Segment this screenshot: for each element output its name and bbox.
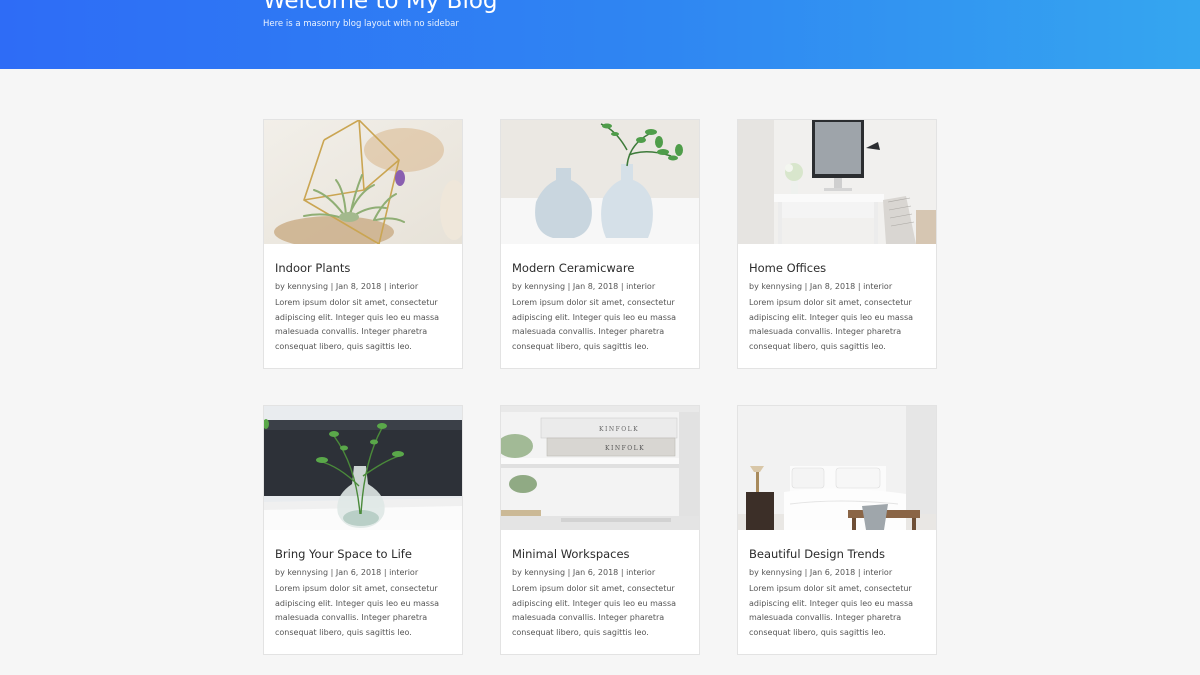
post-thumbnail[interactable]	[264, 406, 462, 530]
books-shelf-image: KINFOLK KINFOLK	[501, 406, 699, 530]
post-thumbnail[interactable]	[264, 120, 462, 244]
post-meta: by kennysing | Jan 8, 2018 | interior	[749, 282, 893, 291]
post-category-link[interactable]: interior	[863, 282, 892, 291]
post-date: Jan 8, 2018	[809, 282, 856, 291]
post-title[interactable]: Home Offices	[749, 261, 925, 275]
post-author-link[interactable]: kennysing	[287, 568, 328, 577]
post-card: Home Offices by kennysing | Jan 8, 2018 …	[737, 119, 937, 369]
page-subtitle: Here is a masonry blog layout with no si…	[263, 19, 459, 29]
post-category-link[interactable]: interior	[389, 568, 418, 577]
post-category-link[interactable]: interior	[626, 282, 655, 291]
meta-separator: |	[330, 282, 334, 291]
page-title: Welcome to My Blog	[263, 0, 498, 14]
post-card: Modern Ceramicware by kennysing | Jan 8,…	[500, 119, 700, 369]
book-spine-label: KINFOLK	[599, 426, 639, 433]
post-title[interactable]: Indoor Plants	[275, 261, 451, 275]
meta-separator: |	[620, 568, 624, 577]
post-thumbnail[interactable]	[738, 406, 936, 530]
meta-separator: |	[567, 282, 571, 291]
meta-separator: |	[804, 568, 808, 577]
post-excerpt: Lorem ipsum dolor sit amet, consectetur …	[275, 298, 440, 351]
post-title[interactable]: Beautiful Design Trends	[749, 547, 925, 561]
meta-separator: |	[330, 568, 334, 577]
post-thumbnail[interactable]	[738, 120, 936, 244]
post-excerpt: Lorem ipsum dolor sit amet, consectetur …	[749, 584, 914, 637]
post-title[interactable]: Minimal Workspaces	[512, 547, 688, 561]
post-date: Jan 6, 2018	[572, 568, 619, 577]
post-meta: by kennysing | Jan 6, 2018 | interior	[275, 568, 419, 577]
post-date: Jan 6, 2018	[809, 568, 856, 577]
meta-separator: |	[567, 568, 571, 577]
meta-separator: |	[857, 568, 861, 577]
post-thumbnail[interactable]: KINFOLK KINFOLK	[501, 406, 699, 530]
book-spine-label: KINFOLK	[605, 445, 645, 452]
page-header: Welcome to My Blog Here is a masonry blo…	[0, 0, 1200, 69]
post-meta: by kennysing | Jan 8, 2018 | interior	[512, 282, 656, 291]
post-excerpt: Lorem ipsum dolor sit amet, consectetur …	[749, 298, 914, 351]
air-plants-terrarium-image	[264, 120, 462, 244]
post-thumbnail[interactable]	[501, 120, 699, 244]
post-card: KINFOLK KINFOLK Minimal Workspaces by ke…	[500, 405, 700, 655]
post-card: Indoor Plants by kennysing | Jan 8, 2018…	[263, 119, 463, 369]
post-date: Jan 8, 2018	[335, 282, 382, 291]
post-author-link[interactable]: kennysing	[524, 568, 565, 577]
post-category-link[interactable]: interior	[389, 282, 418, 291]
post-category-link[interactable]: interior	[626, 568, 655, 577]
post-date: Jan 6, 2018	[335, 568, 382, 577]
ceramic-vases-image	[501, 120, 699, 244]
post-excerpt: Lorem ipsum dolor sit amet, consectetur …	[512, 298, 677, 351]
meta-separator: |	[383, 568, 387, 577]
post-meta: by kennysing | Jan 8, 2018 | interior	[275, 282, 419, 291]
post-author-link[interactable]: kennysing	[761, 568, 802, 577]
white-bedroom-image	[738, 406, 936, 530]
plant-glass-vase-image	[264, 406, 462, 530]
post-card: Beautiful Design Trends by kennysing | J…	[737, 405, 937, 655]
meta-separator: |	[804, 282, 808, 291]
post-author-link[interactable]: kennysing	[761, 282, 802, 291]
post-card: Bring Your Space to Life by kennysing | …	[263, 405, 463, 655]
post-author-link[interactable]: kennysing	[524, 282, 565, 291]
meta-separator: |	[857, 282, 861, 291]
post-excerpt: Lorem ipsum dolor sit amet, consectetur …	[512, 584, 677, 637]
post-meta: by kennysing | Jan 6, 2018 | interior	[512, 568, 656, 577]
home-office-desk-image	[738, 120, 936, 244]
post-excerpt: Lorem ipsum dolor sit amet, consectetur …	[275, 584, 440, 637]
post-date: Jan 8, 2018	[572, 282, 619, 291]
post-category-link[interactable]: interior	[863, 568, 892, 577]
post-title[interactable]: Bring Your Space to Life	[275, 547, 451, 561]
post-author-link[interactable]: kennysing	[287, 282, 328, 291]
meta-separator: |	[620, 282, 624, 291]
post-meta: by kennysing | Jan 6, 2018 | interior	[749, 568, 893, 577]
meta-separator: |	[383, 282, 387, 291]
post-title[interactable]: Modern Ceramicware	[512, 261, 688, 275]
